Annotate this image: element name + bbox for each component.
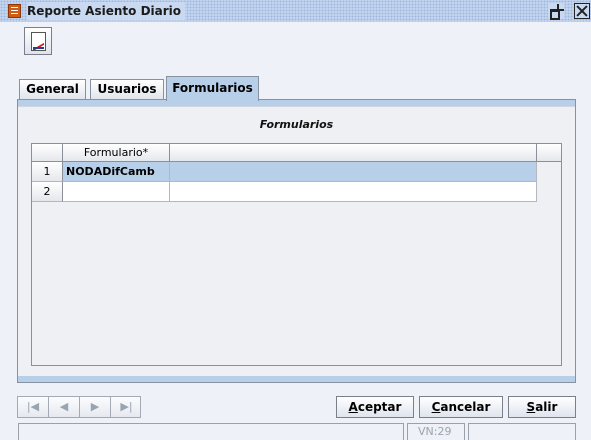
table-header: Formulario*	[32, 144, 561, 162]
aceptar-mnemonic: A	[348, 400, 358, 414]
generate-report-button[interactable]	[24, 27, 52, 55]
tab-formularios[interactable]: Formularios	[166, 76, 259, 101]
status-bar-message	[18, 423, 404, 440]
blank-cell[interactable]	[170, 182, 537, 202]
restore-icon[interactable]	[548, 3, 564, 20]
column-header-formulario[interactable]: Formulario*	[63, 144, 170, 162]
formularios-panel: Formularios Formulario* 1 NODADifCamb 2	[17, 100, 576, 383]
next-record-icon[interactable]: ▶	[80, 397, 111, 417]
tab-usuarios[interactable]: Usuarios	[90, 79, 164, 100]
window-title: Reporte Asiento Diario	[27, 2, 186, 20]
formularios-section: Formularios Formulario* 1 NODADifCamb 2	[18, 106, 575, 376]
previous-record-icon[interactable]: ◀	[49, 397, 80, 417]
salir-mnemonic: S	[526, 400, 536, 414]
row-number-header	[32, 144, 63, 162]
blank-cell[interactable]	[170, 162, 537, 182]
row-number: 1	[32, 162, 63, 182]
table-row[interactable]: 2	[32, 182, 537, 202]
cancelar-label: ancelar	[440, 400, 491, 414]
formularios-table[interactable]: Formulario* 1 NODADifCamb 2	[31, 143, 562, 366]
section-title: Formularios	[259, 118, 334, 131]
column-header-blank[interactable]	[170, 144, 537, 162]
row-number: 2	[32, 182, 63, 202]
record-navigation: |◀ ◀ ▶ ▶|	[17, 396, 141, 418]
aceptar-button[interactable]: Aceptar	[336, 396, 414, 418]
first-record-icon[interactable]: |◀	[18, 397, 49, 417]
status-version: VN:29	[407, 423, 465, 440]
title-bar[interactable]: Reporte Asiento Diario	[0, 0, 591, 22]
salir-label: alir	[535, 400, 558, 414]
salir-button[interactable]: Salir	[508, 396, 576, 418]
table-row[interactable]: 1 NODADifCamb	[32, 162, 537, 182]
close-icon[interactable]	[574, 3, 590, 19]
aceptar-label: ceptar	[357, 400, 402, 414]
formulario-cell[interactable]	[63, 182, 170, 202]
tab-general[interactable]: General	[19, 79, 86, 100]
window-report-icon	[8, 4, 21, 18]
header-corner	[537, 144, 561, 162]
cancelar-button[interactable]: Cancelar	[419, 396, 503, 418]
last-record-icon[interactable]: ▶|	[111, 397, 142, 417]
report-window: Reporte Asiento Diario General Usuarios …	[0, 0, 591, 440]
status-bar-extra	[468, 423, 576, 440]
formulario-cell[interactable]: NODADifCamb	[63, 162, 170, 182]
report-chart-icon	[31, 32, 46, 51]
